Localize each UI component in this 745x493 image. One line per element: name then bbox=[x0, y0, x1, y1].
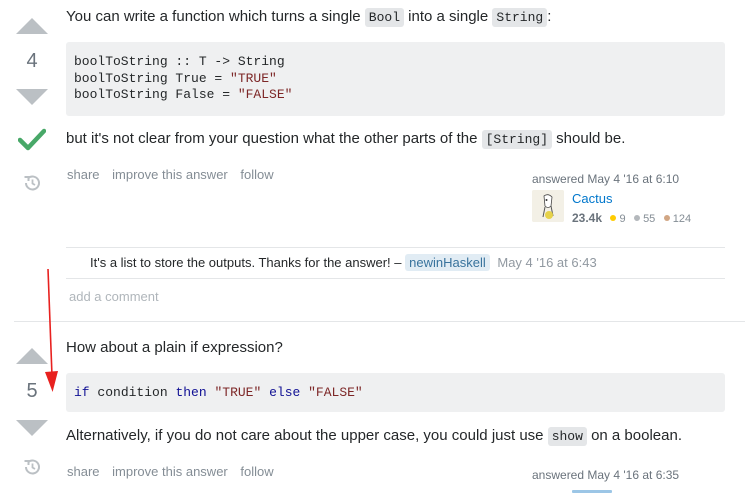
improve-answer-link[interactable]: improve this answer bbox=[112, 464, 228, 479]
answer1-answered-date: answered May 4 '16 at 6:10 bbox=[532, 172, 680, 186]
comments-divider-bottom bbox=[66, 278, 725, 279]
answer1-code-block: boolToString :: T -> String boolToString … bbox=[66, 42, 725, 116]
bronze-badges: 124 bbox=[663, 213, 691, 225]
improve-answer-link[interactable]: improve this answer bbox=[112, 167, 228, 182]
add-comment-link[interactable]: add a comment bbox=[69, 289, 159, 304]
answer2-post-menu: share improve this answer follow bbox=[67, 464, 283, 479]
answer2-answered-date: answered May 4 '16 at 6:35 bbox=[532, 468, 680, 482]
history-icon[interactable] bbox=[22, 457, 42, 477]
code-line: boolToString :: T -> String bbox=[74, 54, 285, 69]
inline-code-string-list: [String] bbox=[481, 130, 553, 149]
answer2-code-block: if condition then "TRUE" else "FALSE" bbox=[66, 373, 725, 412]
reputation-score: 23.4k bbox=[572, 211, 603, 225]
follow-link[interactable]: follow bbox=[240, 464, 273, 479]
history-icon[interactable] bbox=[22, 173, 42, 193]
inline-code-bool: Bool bbox=[364, 8, 405, 27]
gold-badges: 9 bbox=[610, 213, 626, 225]
answer2-intro: How about a plain if expression? bbox=[66, 339, 283, 356]
avatar-image bbox=[532, 190, 564, 222]
inline-code-show: show bbox=[547, 427, 587, 446]
gold-badge-icon bbox=[610, 215, 617, 221]
user-link-partial[interactable] bbox=[572, 488, 612, 493]
answer1-downvote-icon[interactable] bbox=[16, 89, 48, 105]
silver-badge-icon bbox=[634, 215, 641, 221]
share-link[interactable]: share bbox=[67, 464, 100, 479]
accepted-check-icon bbox=[18, 128, 46, 151]
inline-code-string: String bbox=[492, 8, 548, 27]
user-link-cactus[interactable]: Cactus bbox=[572, 191, 612, 206]
answer-separator bbox=[14, 321, 745, 322]
answer1-followup: but it's not clear from your question wh… bbox=[66, 130, 626, 149]
answer1-vote-count: 4 bbox=[26, 50, 38, 72]
comment: It's a list to store the outputs. Thanks… bbox=[90, 254, 597, 271]
user-reputation: 23.4k 9 55 124 bbox=[572, 209, 691, 227]
answer1-post-menu: share improve this answer follow bbox=[67, 167, 283, 182]
comments-divider-top bbox=[66, 247, 725, 248]
comment-user-link[interactable]: newinHaskell bbox=[405, 254, 490, 271]
answer1-intro: You can write a function which turns a s… bbox=[66, 8, 552, 27]
user-avatar[interactable] bbox=[532, 486, 564, 493]
share-link[interactable]: share bbox=[67, 167, 100, 182]
code-line: boolToString True = "TRUE" bbox=[74, 70, 277, 86]
user-avatar-cactus[interactable] bbox=[532, 190, 564, 222]
answer1-upvote-icon[interactable] bbox=[16, 18, 48, 34]
comment-text: It's a list to store the outputs. Thanks… bbox=[90, 255, 402, 270]
silver-badges: 55 bbox=[634, 213, 655, 225]
annotation-arrow-icon bbox=[45, 268, 58, 392]
answer2-downvote-icon[interactable] bbox=[16, 420, 48, 436]
bronze-badge-icon bbox=[663, 215, 670, 221]
answer2-alt: Alternatively, if you do not care about … bbox=[66, 427, 682, 446]
follow-link[interactable]: follow bbox=[240, 167, 273, 182]
comment-date: May 4 '16 at 6:43 bbox=[497, 255, 597, 270]
code-line: boolToString False = "FALSE" bbox=[74, 87, 293, 102]
